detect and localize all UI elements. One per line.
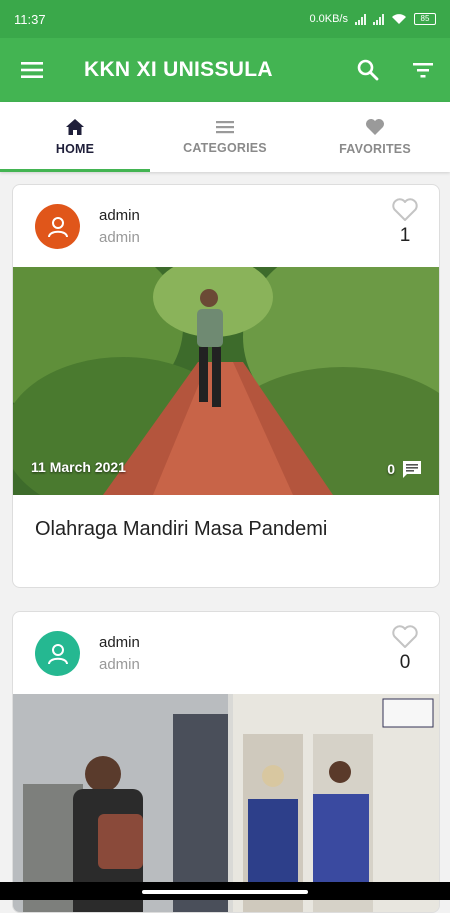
post-header: admin admin 1 bbox=[13, 185, 439, 267]
user-icon bbox=[47, 643, 68, 664]
author-name[interactable]: admin bbox=[99, 634, 140, 651]
like-count: 1 bbox=[399, 225, 411, 246]
like-count: 0 bbox=[399, 652, 411, 673]
status-time: 11:37 bbox=[14, 11, 46, 27]
tab-home-label: HOME bbox=[55, 142, 95, 156]
post-title[interactable]: Olahraga Mandiri Masa Pandemi bbox=[35, 515, 335, 543]
tab-categories-label: CATEGORIES bbox=[183, 141, 267, 155]
author-subtitle: admin bbox=[99, 656, 140, 673]
home-icon bbox=[66, 119, 84, 135]
list-icon bbox=[216, 121, 234, 134]
comment-count-group[interactable]: 0 bbox=[387, 459, 423, 479]
author-subtitle: admin bbox=[99, 229, 140, 246]
status-bar: 11:37 0.0KB/s 85 bbox=[0, 0, 450, 38]
menu-button[interactable] bbox=[12, 50, 52, 90]
tab-favorites[interactable]: FAVORITES bbox=[300, 102, 450, 172]
menu-icon bbox=[21, 62, 43, 78]
filter-button[interactable] bbox=[403, 50, 443, 90]
search-button[interactable] bbox=[348, 50, 388, 90]
post-image[interactable] bbox=[13, 694, 439, 912]
comment-count: 0 bbox=[387, 461, 395, 477]
like-button[interactable]: 1 bbox=[391, 197, 419, 247]
post-image[interactable]: 11 March 2021 0 bbox=[13, 267, 439, 495]
post-card[interactable]: admin admin 0 bbox=[12, 611, 440, 913]
status-icons: 0.0KB/s 85 bbox=[309, 13, 436, 25]
signal-icon bbox=[355, 13, 366, 25]
network-speed: 0.0KB/s bbox=[309, 13, 348, 25]
post-date: 11 March 2021 bbox=[31, 459, 126, 475]
author-name[interactable]: admin bbox=[99, 207, 140, 224]
battery-icon: 85 bbox=[414, 13, 436, 25]
system-nav-bar bbox=[0, 882, 450, 900]
app-title: KKN XI UNISSULA bbox=[84, 58, 273, 81]
wifi-icon bbox=[392, 14, 406, 24]
tab-categories[interactable]: CATEGORIES bbox=[150, 102, 300, 172]
signal-2-icon bbox=[373, 13, 384, 25]
avatar bbox=[35, 631, 80, 676]
tab-home[interactable]: HOME bbox=[0, 102, 150, 172]
tab-favorites-label: FAVORITES bbox=[339, 142, 411, 156]
heart-outline-icon bbox=[392, 198, 418, 221]
tab-bar: HOME CATEGORIES FAVORITES bbox=[0, 102, 450, 172]
heart-outline-icon bbox=[392, 625, 418, 648]
user-icon bbox=[47, 216, 68, 237]
filter-icon bbox=[413, 63, 433, 78]
search-icon bbox=[357, 59, 379, 81]
post-header: admin admin 0 bbox=[13, 612, 439, 694]
heart-icon bbox=[366, 119, 384, 135]
like-button[interactable]: 0 bbox=[391, 624, 419, 674]
app-bar: KKN XI UNISSULA bbox=[0, 38, 450, 102]
comment-icon bbox=[403, 461, 421, 478]
home-gesture-handle[interactable] bbox=[142, 890, 308, 894]
post-photo bbox=[13, 694, 439, 912]
tab-indicator bbox=[0, 169, 150, 172]
avatar bbox=[35, 204, 80, 249]
post-card[interactable]: admin admin 1 11 March 2021 0 Olahraga M… bbox=[12, 184, 440, 588]
